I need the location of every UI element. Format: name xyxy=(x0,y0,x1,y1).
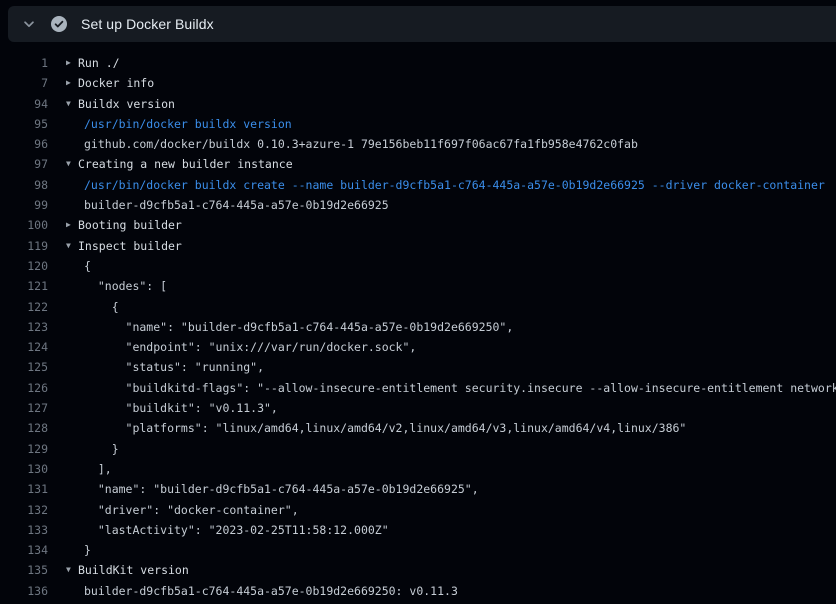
line-number[interactable]: 95 xyxy=(0,114,48,134)
line-number[interactable]: 136 xyxy=(0,581,48,601)
log-line: 7 ▶ Docker info xyxy=(0,73,836,93)
line-number[interactable]: 124 xyxy=(0,337,48,357)
log-output-text: "status": "running", xyxy=(84,357,264,377)
log-line: 1 ▶ Run ./ xyxy=(0,53,836,73)
log-output-text: { xyxy=(84,297,119,317)
log-command-text: /usr/bin/docker buildx create --name bui… xyxy=(84,175,825,195)
line-number[interactable]: 119 xyxy=(0,236,48,256)
log-line: 129 } xyxy=(0,439,836,459)
log-output-text: builder-d9cfb5a1-c764-445a-a57e-0b19d2e6… xyxy=(84,581,458,601)
log-line: 135 ▼ BuildKit version xyxy=(0,560,836,580)
line-number[interactable]: 134 xyxy=(0,540,48,560)
line-number[interactable]: 1 xyxy=(0,53,48,73)
log-line: 94 ▼ Buildx version xyxy=(0,94,836,114)
log-line: 131 "name": "builder-d9cfb5a1-c764-445a-… xyxy=(0,479,836,499)
log-line: 124 "endpoint": "unix:///var/run/docker.… xyxy=(0,337,836,357)
triangle-right-icon[interactable]: ▶ xyxy=(66,215,71,235)
log-line: 96 github.com/docker/buildx 0.10.3+azure-… xyxy=(0,134,836,154)
log-line: 97 ▼ Creating a new builder instance xyxy=(0,154,836,174)
log-output-text: "lastActivity": "2023-02-25T11:58:12.000… xyxy=(84,520,389,540)
line-number[interactable]: 127 xyxy=(0,398,48,418)
line-number[interactable]: 132 xyxy=(0,500,48,520)
chevron-down-icon[interactable] xyxy=(22,17,36,31)
line-number[interactable]: 99 xyxy=(0,195,48,215)
check-circle-icon xyxy=(51,16,67,32)
log-group-title[interactable]: Run ./ xyxy=(78,53,120,73)
triangle-right-icon[interactable]: ▶ xyxy=(66,53,71,73)
log-line: 122 { xyxy=(0,297,836,317)
log-output-text: } xyxy=(84,439,119,459)
line-number[interactable]: 135 xyxy=(0,560,48,580)
log-output-text: "name": "builder-d9cfb5a1-c764-445a-a57e… xyxy=(84,479,479,499)
line-number[interactable]: 97 xyxy=(0,154,48,174)
line-number[interactable]: 123 xyxy=(0,317,48,337)
line-number[interactable]: 133 xyxy=(0,520,48,540)
log-output-text: { xyxy=(84,256,91,276)
log-line: 100 ▶ Booting builder xyxy=(0,215,836,235)
log-line: 134} xyxy=(0,540,836,560)
line-number[interactable]: 121 xyxy=(0,276,48,296)
triangle-down-icon[interactable]: ▼ xyxy=(66,560,71,580)
line-number[interactable]: 129 xyxy=(0,439,48,459)
step-title: Set up Docker Buildx xyxy=(81,16,214,32)
log-output-text: "endpoint": "unix:///var/run/docker.sock… xyxy=(84,337,416,357)
log-line: 133 "lastActivity": "2023-02-25T11:58:12… xyxy=(0,520,836,540)
log-line: 95/usr/bin/docker buildx version xyxy=(0,114,836,134)
log-line: 128 "platforms": "linux/amd64,linux/amd6… xyxy=(0,418,836,438)
log-group-title[interactable]: Docker info xyxy=(78,73,154,93)
log-line: 126 "buildkitd-flags": "--allow-insecure… xyxy=(0,378,836,398)
log-group-title[interactable]: BuildKit version xyxy=(78,560,189,580)
triangle-down-icon[interactable]: ▼ xyxy=(66,236,71,256)
log-output-text: "buildkit": "v0.11.3", xyxy=(84,398,278,418)
log-group-title[interactable]: Buildx version xyxy=(78,94,175,114)
log-group-title[interactable]: Inspect builder xyxy=(78,236,182,256)
line-number[interactable]: 126 xyxy=(0,378,48,398)
actions-log-panel: Set up Docker Buildx 1 ▶ Run ./ 7 ▶ Docker in… xyxy=(0,0,836,604)
log-line: 120 { xyxy=(0,256,836,276)
log-line: 136 builder-d9cfb5a1-c764-445a-a57e-0b19d… xyxy=(0,581,836,601)
line-number[interactable]: 96 xyxy=(0,134,48,154)
log-line: 127 "buildkit": "v0.11.3", xyxy=(0,398,836,418)
log-line: 123 "name": "builder-d9cfb5a1-c764-445a-… xyxy=(0,317,836,337)
log-output-text: "name": "builder-d9cfb5a1-c764-445a-a57e… xyxy=(84,317,513,337)
log-line: 121 "nodes": [ xyxy=(0,276,836,296)
log-output-text: } xyxy=(84,540,91,560)
log-output-text: ], xyxy=(84,459,112,479)
line-number[interactable]: 94 xyxy=(0,94,48,114)
log-line: 98/usr/bin/docker buildx create --name b… xyxy=(0,175,836,195)
line-number[interactable]: 120 xyxy=(0,256,48,276)
line-number[interactable]: 125 xyxy=(0,357,48,377)
step-header[interactable]: Set up Docker Buildx xyxy=(8,6,836,42)
log-line: 119 ▼ Inspect builder xyxy=(0,236,836,256)
log-output-text: github.com/docker/buildx 0.10.3+azure-1 … xyxy=(84,134,638,154)
log-output-text: "platforms": "linux/amd64,linux/amd64/v2… xyxy=(84,418,686,438)
log-output-text: "driver": "docker-container", xyxy=(84,500,299,520)
line-number[interactable]: 7 xyxy=(0,73,48,93)
log-line: 130 ], xyxy=(0,459,836,479)
line-number[interactable]: 100 xyxy=(0,215,48,235)
triangle-down-icon[interactable]: ▼ xyxy=(66,94,71,114)
log-group-title[interactable]: Creating a new builder instance xyxy=(78,154,293,174)
log-output: 1▶Run ./7▶Docker info94▼Buildx version95… xyxy=(0,42,836,604)
log-line: 99 builder-d9cfb5a1-c764-445a-a57e-0b19d2… xyxy=(0,195,836,215)
line-number[interactable]: 130 xyxy=(0,459,48,479)
line-number[interactable]: 122 xyxy=(0,297,48,317)
line-number[interactable]: 131 xyxy=(0,479,48,499)
line-number[interactable]: 98 xyxy=(0,175,48,195)
log-line: 132 "driver": "docker-container", xyxy=(0,500,836,520)
line-number[interactable]: 128 xyxy=(0,418,48,438)
log-output-text: builder-d9cfb5a1-c764-445a-a57e-0b19d2e6… xyxy=(84,195,389,215)
log-output-text: "nodes": [ xyxy=(84,276,167,296)
log-group-title[interactable]: Booting builder xyxy=(78,215,182,235)
log-line: 125 "status": "running", xyxy=(0,357,836,377)
triangle-down-icon[interactable]: ▼ xyxy=(66,154,71,174)
log-output-text: "buildkitd-flags": "--allow-insecure-ent… xyxy=(84,378,836,398)
triangle-right-icon[interactable]: ▶ xyxy=(66,73,71,93)
log-command-text: /usr/bin/docker buildx version xyxy=(84,114,292,134)
